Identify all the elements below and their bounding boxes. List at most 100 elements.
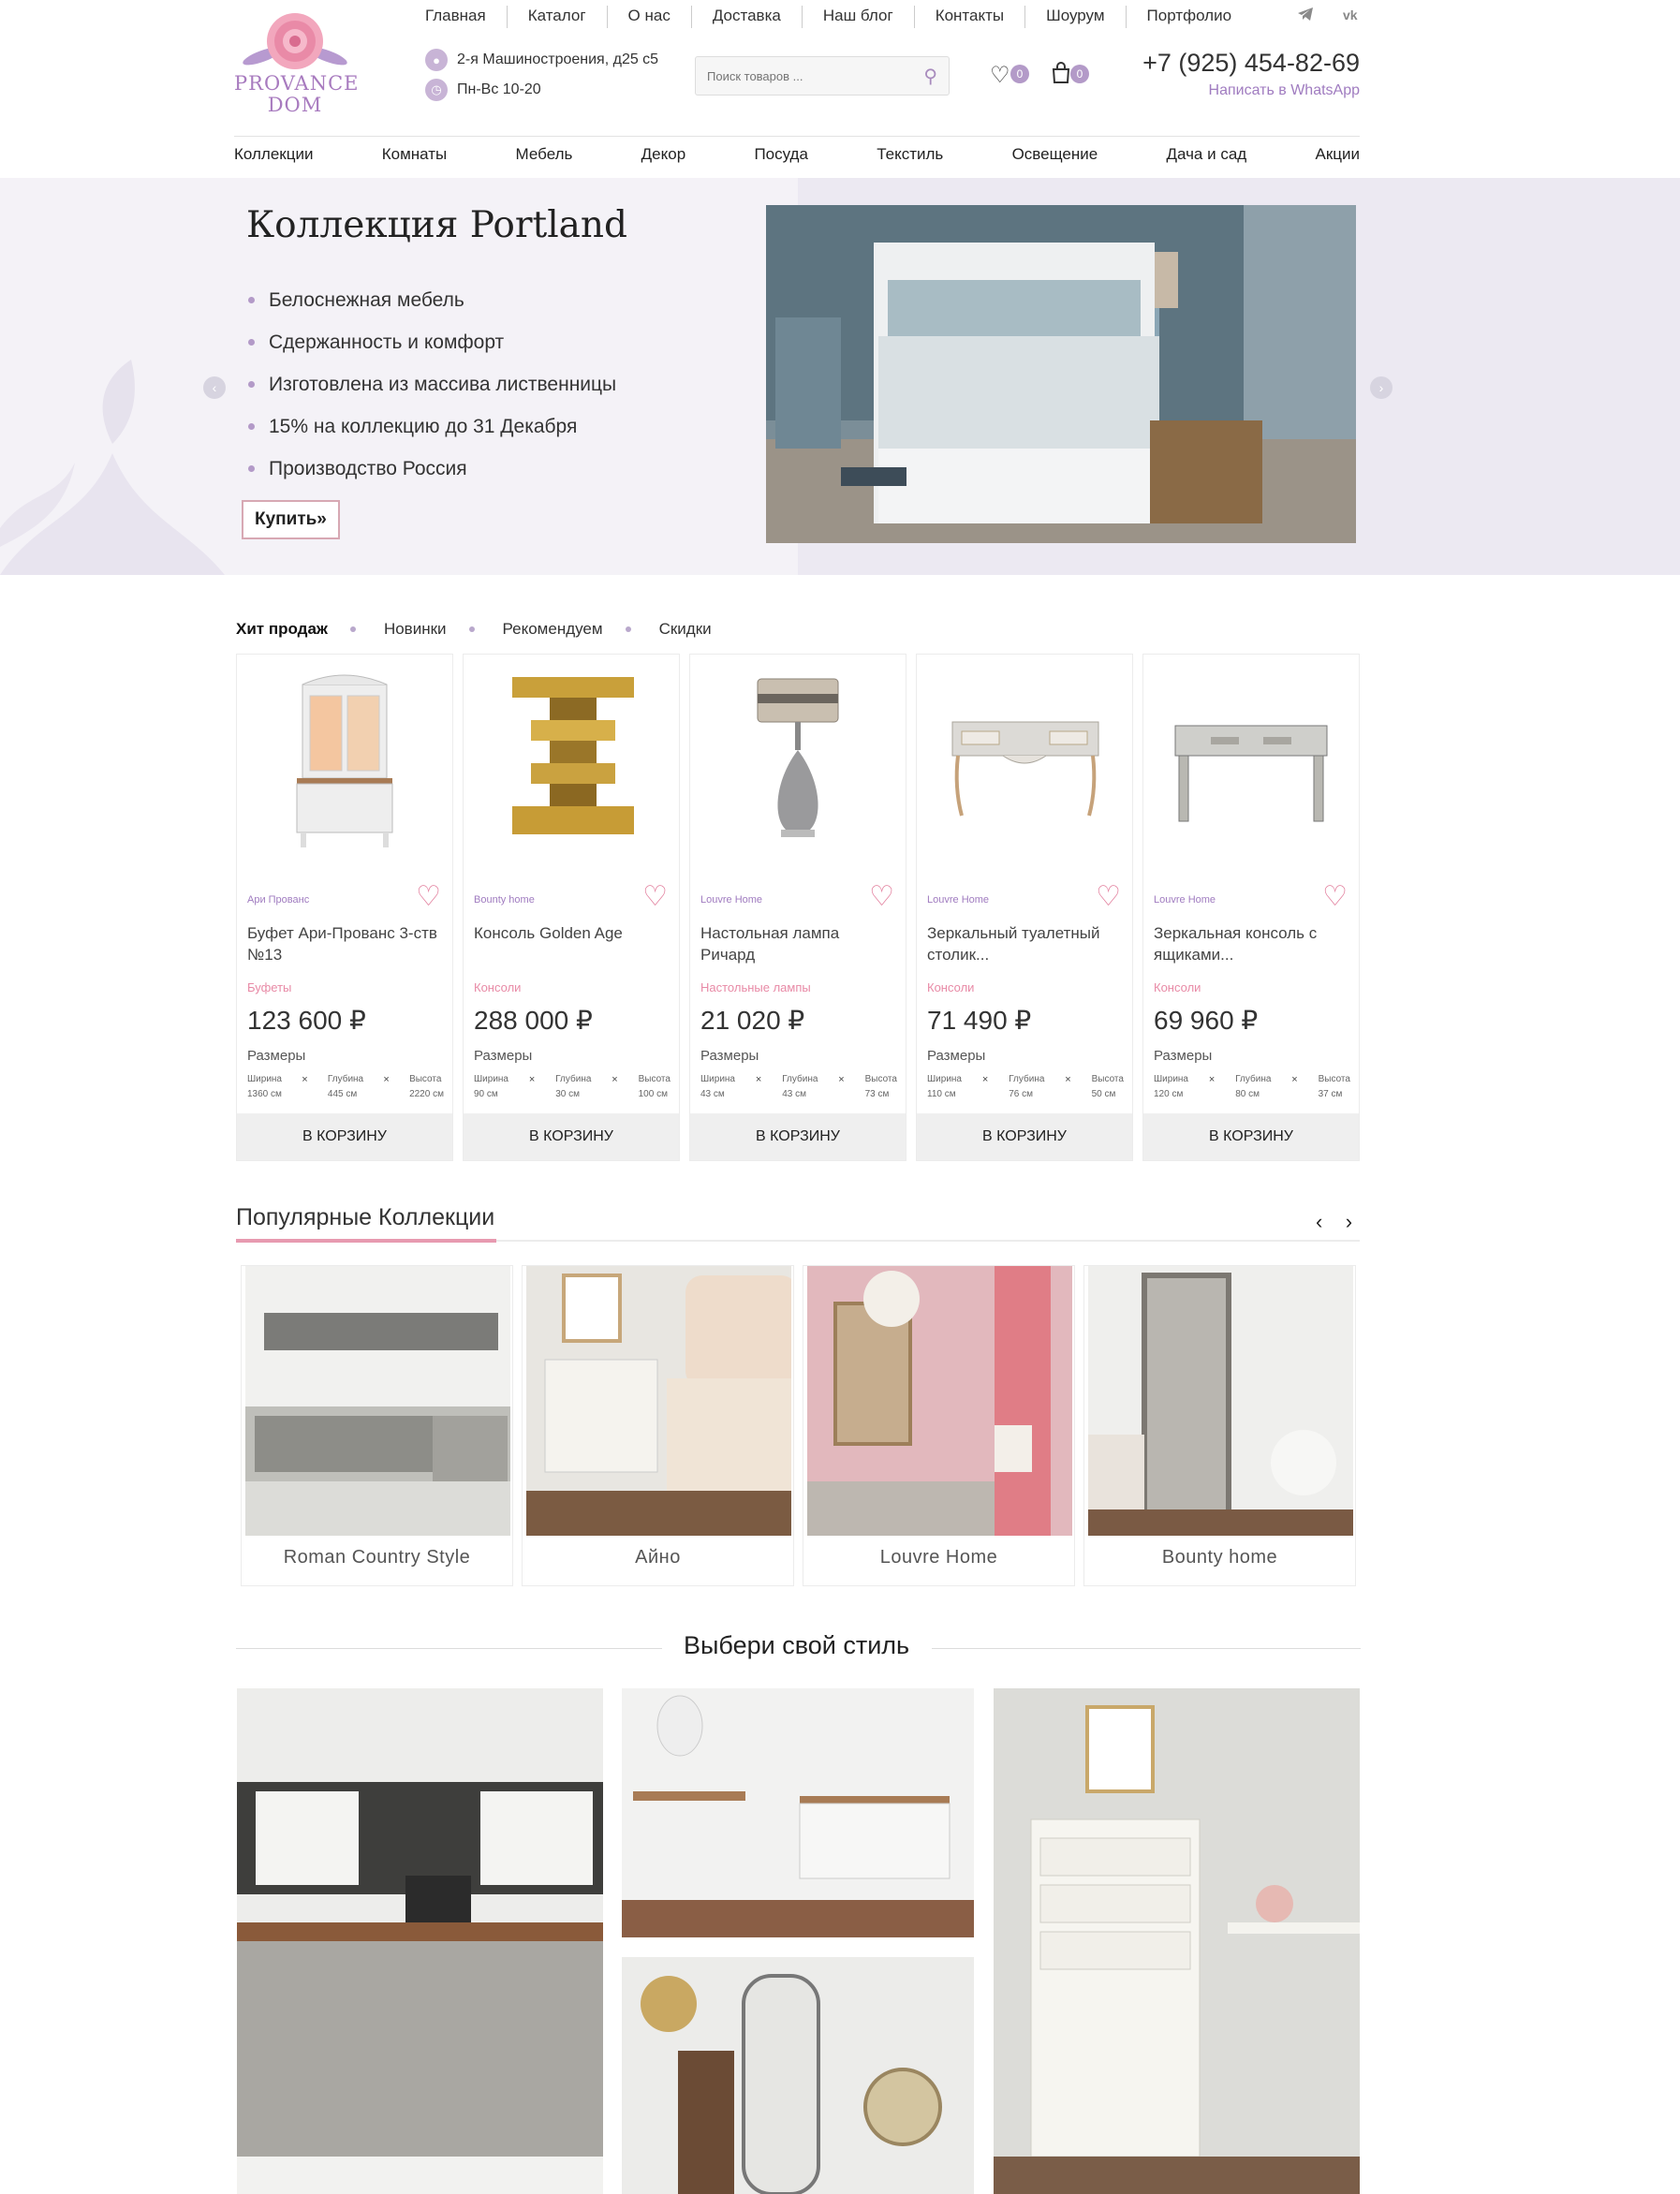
add-to-cart-button[interactable]: В КОРЗИНУ bbox=[464, 1113, 679, 1160]
topnav-catalog[interactable]: Каталог bbox=[508, 6, 608, 28]
heart-icon[interactable]: ♡ bbox=[1322, 883, 1348, 911]
collection-name[interactable]: Bounty home bbox=[1084, 1547, 1355, 1568]
hero-prev-arrow[interactable]: ‹ bbox=[203, 376, 226, 399]
product-name[interactable]: Буфет Ари-Прованс 3-ств №13 bbox=[247, 922, 444, 965]
heart-icon[interactable]: ♡ bbox=[1096, 883, 1121, 911]
product-price: 69 960 ₽ bbox=[1154, 1006, 1259, 1035]
product-image-cupboard[interactable] bbox=[248, 666, 441, 853]
collection-name[interactable]: Roman Country Style bbox=[242, 1547, 512, 1568]
product-name[interactable]: Зеркальная консоль с ящиками... bbox=[1154, 922, 1350, 965]
shopping-bag-icon bbox=[1052, 62, 1070, 83]
product-image-console[interactable] bbox=[475, 666, 668, 853]
add-to-cart-button[interactable]: В КОРЗИНУ bbox=[237, 1113, 452, 1160]
collection-card[interactable]: Айно bbox=[522, 1265, 794, 1586]
buy-button[interactable]: Купить» bbox=[242, 500, 340, 539]
style-tile-mirrors[interactable] bbox=[622, 1957, 974, 2194]
topnav-portfolio[interactable]: Портфолио bbox=[1127, 6, 1252, 28]
topnav-about[interactable]: О нас bbox=[608, 6, 692, 28]
vk-icon[interactable]: vk bbox=[1343, 7, 1358, 22]
mainnav-lighting[interactable]: Освещение bbox=[1012, 145, 1098, 164]
product-name[interactable]: Зеркальный туалетный столик... bbox=[927, 922, 1124, 965]
collection-name[interactable]: Айно bbox=[523, 1547, 793, 1568]
site-logo[interactable]: PROVANCE DOM bbox=[234, 7, 358, 120]
product-image-mirror-console[interactable] bbox=[1155, 666, 1348, 853]
ruble-sign: ₽ bbox=[576, 1006, 593, 1035]
product-card[interactable]: Ари Прованс ♡ Буфет Ари-Прованс 3-ств №1… bbox=[236, 654, 453, 1161]
dimension-height: 37 см bbox=[1318, 1089, 1343, 1099]
product-category[interactable]: Настольные лампы bbox=[700, 980, 811, 994]
ruble-sign: ₽ bbox=[1014, 1006, 1032, 1035]
collection-card[interactable]: Louvre Home bbox=[803, 1265, 1075, 1586]
heart-icon[interactable]: ♡ bbox=[416, 883, 441, 911]
hero-next-arrow[interactable]: › bbox=[1370, 376, 1393, 399]
mainnav-textile[interactable]: Текстиль bbox=[877, 145, 943, 164]
add-to-cart-button[interactable]: В КОРЗИНУ bbox=[917, 1113, 1132, 1160]
mainnav-collections[interactable]: Коллекции bbox=[234, 145, 313, 164]
topnav-delivery[interactable]: Доставка bbox=[692, 6, 803, 28]
topnav-blog[interactable]: Наш блог bbox=[803, 6, 915, 28]
search-input[interactable] bbox=[707, 68, 924, 83]
product-card[interactable]: Louvre Home ♡ Зеркальная консоль с ящика… bbox=[1142, 654, 1360, 1161]
collection-card[interactable]: Roman Country Style bbox=[241, 1265, 513, 1586]
collection-image-mirror[interactable] bbox=[1088, 1266, 1353, 1536]
add-to-cart-button[interactable]: В КОРЗИНУ bbox=[690, 1113, 906, 1160]
dimension-width: 43 см bbox=[700, 1089, 725, 1099]
product-category[interactable]: Консоли bbox=[474, 980, 521, 994]
style-tile-white-furniture[interactable] bbox=[622, 1688, 974, 1937]
product-category[interactable]: Консоли bbox=[1154, 980, 1201, 994]
chevron-left-icon[interactable]: ‹ bbox=[1316, 1210, 1322, 1233]
telegram-icon[interactable] bbox=[1298, 7, 1313, 25]
mainnav-furniture[interactable]: Мебель bbox=[516, 145, 573, 164]
mainnav-decor[interactable]: Декор bbox=[641, 145, 686, 164]
product-name[interactable]: Консоль Golden Age bbox=[474, 922, 671, 944]
mainnav-sales[interactable]: Акции bbox=[1315, 145, 1360, 164]
product-name[interactable]: Настольная лампа Ричард bbox=[700, 922, 897, 965]
product-category[interactable]: Консоли bbox=[927, 980, 974, 994]
product-card[interactable]: Bounty home ♡ Консоль Golden Age Консоли… bbox=[463, 654, 680, 1161]
times-sign: × bbox=[981, 1074, 989, 1085]
wishlist-button[interactable]: ♡ 0 bbox=[990, 62, 1029, 89]
collection-image-bedroom[interactable] bbox=[526, 1266, 791, 1536]
product-image-lamp[interactable] bbox=[701, 666, 894, 853]
product-image-dressing-table[interactable] bbox=[928, 666, 1121, 853]
product-card[interactable]: Louvre Home ♡ Зеркальный туалетный столи… bbox=[916, 654, 1133, 1161]
dimensions-title: Размеры bbox=[700, 1048, 759, 1064]
product-brand[interactable]: Bounty home bbox=[474, 894, 535, 906]
product-category[interactable]: Буфеты bbox=[247, 980, 291, 994]
add-to-cart-button[interactable]: В КОРЗИНУ bbox=[1143, 1113, 1359, 1160]
chevron-right-icon[interactable]: › bbox=[1346, 1210, 1352, 1233]
style-tile-chest[interactable] bbox=[994, 1688, 1360, 2194]
dimension-height: 100 см bbox=[638, 1089, 668, 1099]
heart-icon[interactable]: ♡ bbox=[642, 883, 668, 911]
product-card[interactable]: Louvre Home ♡ Настольная лампа Ричард На… bbox=[689, 654, 906, 1161]
location-pin-icon: ● bbox=[425, 49, 448, 71]
collection-name[interactable]: Louvre Home bbox=[803, 1547, 1074, 1568]
tab-discounts[interactable]: Скидки bbox=[659, 620, 712, 639]
tab-new[interactable]: Новинки bbox=[384, 620, 447, 639]
mainnav-rooms[interactable]: Комнаты bbox=[382, 145, 448, 164]
whatsapp-link[interactable]: Написать в WhatsApp bbox=[1209, 82, 1360, 99]
mainnav-garden[interactable]: Дача и сад bbox=[1166, 145, 1246, 164]
logo-text-line2: DOM bbox=[267, 94, 323, 116]
ruble-sign: ₽ bbox=[349, 1006, 366, 1035]
ornament-decoration bbox=[0, 360, 225, 575]
topnav-home[interactable]: Главная bbox=[425, 6, 508, 28]
collection-image-living-room[interactable] bbox=[807, 1266, 1072, 1536]
collection-image-kitchen[interactable] bbox=[245, 1266, 510, 1536]
product-brand[interactable]: Louvre Home bbox=[700, 894, 762, 906]
tab-recommended[interactable]: Рекомендуем bbox=[503, 620, 603, 639]
topnav-contacts[interactable]: Контакты bbox=[915, 6, 1026, 28]
style-tile-kitchen[interactable] bbox=[237, 1688, 603, 2194]
mainnav-dishes[interactable]: Посуда bbox=[754, 145, 807, 164]
topnav-showroom[interactable]: Шоурум bbox=[1025, 6, 1127, 28]
product-brand[interactable]: Ари Прованс bbox=[247, 894, 309, 906]
product-brand[interactable]: Louvre Home bbox=[1154, 894, 1216, 906]
product-brand[interactable]: Louvre Home bbox=[927, 894, 989, 906]
phone-number[interactable]: +7 (925) 454-82-69 bbox=[1142, 49, 1360, 78]
tab-bestsellers[interactable]: Хит продаж bbox=[236, 620, 328, 639]
dimension-depth: 445 см bbox=[327, 1089, 358, 1099]
heart-icon[interactable]: ♡ bbox=[869, 883, 894, 911]
cart-button[interactable]: 0 bbox=[1050, 62, 1089, 91]
collection-card[interactable]: Bounty home bbox=[1083, 1265, 1356, 1586]
search-icon[interactable]: ⚲ bbox=[923, 65, 937, 88]
